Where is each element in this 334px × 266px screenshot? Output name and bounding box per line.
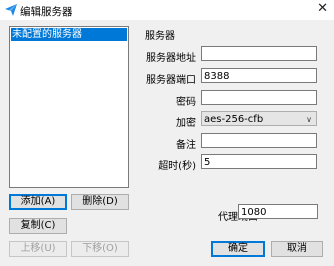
server-group-title: 服务器 xyxy=(145,31,175,42)
remarks-label: 备注 xyxy=(176,140,196,151)
address-input[interactable] xyxy=(201,46,317,61)
cancel-button[interactable]: 取消 xyxy=(271,241,323,257)
add-button[interactable]: 添加(A) xyxy=(9,194,67,210)
move-up-button[interactable]: 上移(U) xyxy=(9,241,67,257)
port-label: 服务器端口 xyxy=(146,75,196,86)
encryption-label: 加密 xyxy=(176,118,196,129)
password-input[interactable] xyxy=(201,90,317,105)
chevron-down-icon: ∨ xyxy=(306,115,312,124)
port-input[interactable]: 8388 xyxy=(201,68,317,83)
proxy-port-input[interactable]: 1080 xyxy=(238,204,318,219)
list-item[interactable]: 未配置的服务器 xyxy=(11,28,127,41)
encryption-select[interactable]: aes-256-cfb ∨ xyxy=(201,111,317,126)
password-label: 密码 xyxy=(176,97,196,108)
remarks-input[interactable] xyxy=(201,133,317,148)
window-title: 编辑服务器 xyxy=(20,6,73,18)
encryption-value: aes-256-cfb xyxy=(204,114,264,125)
timeout-label: 超时(秒) xyxy=(158,161,196,172)
close-icon[interactable]: ✕ xyxy=(317,1,328,17)
copy-button[interactable]: 复制(C) xyxy=(9,218,67,234)
title-bar: 编辑服务器 ✕ xyxy=(0,0,334,20)
paper-plane-icon xyxy=(5,4,17,16)
timeout-input[interactable]: 5 xyxy=(201,154,317,169)
move-down-button[interactable]: 下移(O) xyxy=(71,241,129,257)
server-list[interactable]: 未配置的服务器 xyxy=(9,26,129,188)
ok-button[interactable]: 确定 xyxy=(211,241,265,257)
address-label: 服务器地址 xyxy=(146,53,196,64)
delete-button[interactable]: 删除(D) xyxy=(71,194,129,210)
